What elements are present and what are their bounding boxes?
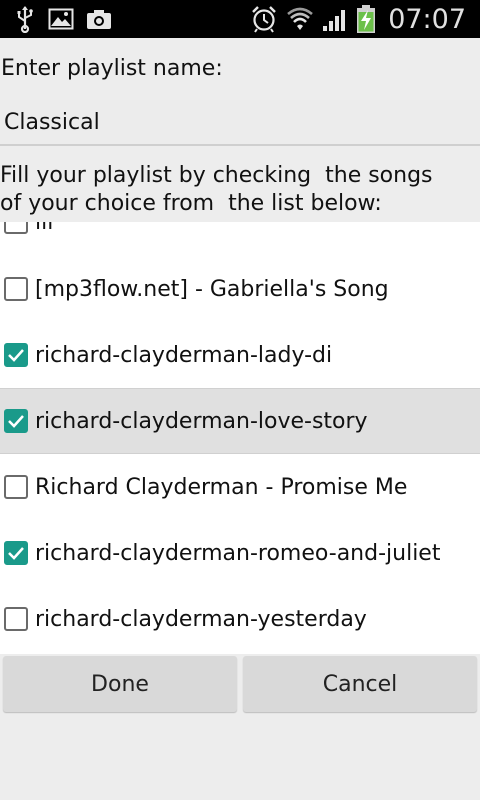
song-label: Richard Clayderman - Promise Me <box>35 474 408 500</box>
playlist-name-input[interactable] <box>0 100 480 146</box>
song-row[interactable]: richard-clayderman-romeo-and-juliet <box>0 520 480 586</box>
done-button[interactable]: Done <box>3 656 237 712</box>
wifi-icon <box>287 7 314 30</box>
signal-icon <box>323 10 346 31</box>
status-time: 07:07 <box>388 3 466 35</box>
song-label: [mp3flow.net] - Gabriella's Song <box>35 276 389 302</box>
song-list[interactable]: lll [mp3flow.net] - Gabriella's Song ric… <box>0 222 480 654</box>
song-row[interactable]: Richard Clayderman - Promise Me <box>0 454 480 520</box>
song-label: richard-clayderman-romeo-and-juliet <box>35 540 441 566</box>
instructions-text: Fill your playlist by checking the songs… <box>0 163 440 216</box>
song-checkbox[interactable] <box>4 343 28 367</box>
song-row[interactable]: richard-clayderman-love-story <box>0 388 480 454</box>
usb-icon <box>17 6 33 33</box>
song-label: richard-clayderman-lady-di <box>35 342 333 368</box>
song-checkbox[interactable] <box>4 409 28 433</box>
song-checkbox[interactable] <box>4 541 28 565</box>
status-right-icons: 07:07 <box>250 0 466 38</box>
song-label: richard-clayderman-love-story <box>35 408 368 434</box>
song-label: lll <box>35 222 54 235</box>
song-checkbox[interactable] <box>4 475 28 499</box>
song-row[interactable]: richard-clayderman-lady-di <box>0 322 480 388</box>
song-row[interactable]: lll <box>0 222 480 255</box>
song-row[interactable]: richard-clayderman-yesterday <box>0 586 480 652</box>
song-checkbox[interactable] <box>4 277 28 301</box>
song-row[interactable]: [mp3flow.net] - Gabriella's Song <box>0 256 480 322</box>
song-checkbox[interactable] <box>4 607 28 631</box>
camera-icon <box>87 10 111 29</box>
image-icon <box>48 8 74 30</box>
battery-charging-icon <box>357 5 376 33</box>
status-bar: 07:07 <box>0 0 480 38</box>
status-left-icons <box>14 4 112 34</box>
song-label: richard-clayderman-yesterday <box>35 606 367 632</box>
playlist-name-label: Enter playlist name: <box>1 56 223 81</box>
song-checkbox[interactable] <box>4 222 28 234</box>
cancel-button[interactable]: Cancel <box>243 656 477 712</box>
alarm-icon <box>252 6 277 33</box>
